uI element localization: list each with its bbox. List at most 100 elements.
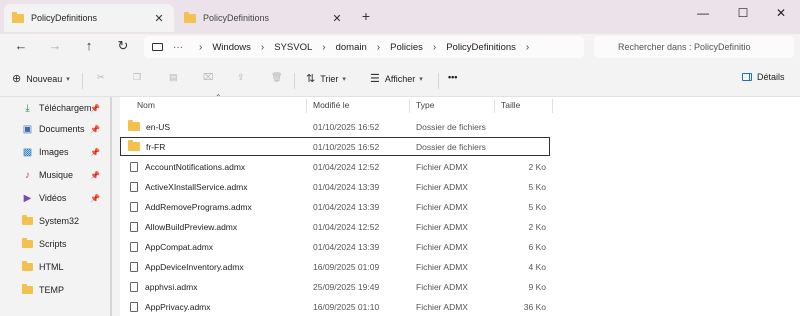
sidebar-item-downloads[interactable]: ⤓ Téléchargem 📌 — [22, 99, 110, 117]
list-item-folder-focused[interactable]: fr-FR 01/10/2025 16:52 Dossier de fichie… — [120, 137, 550, 156]
column-divider[interactable] — [494, 99, 495, 113]
column-header-modified[interactable]: Modifié le — [313, 97, 349, 113]
file-icon — [130, 201, 138, 212]
tab-policydefinitions-active[interactable]: PolicyDefinitions ✕ — [4, 4, 174, 32]
sidebar-item-html[interactable]: HTML — [22, 258, 110, 276]
column-header-size[interactable]: Taille — [501, 97, 520, 113]
breadcrumb-sysvol[interactable]: SYSVOL — [272, 42, 314, 53]
chevron-right-icon[interactable]: › — [253, 42, 272, 53]
chevron-right-icon[interactable]: › — [369, 42, 388, 53]
forward-arrow-icon[interactable]: → — [46, 38, 64, 53]
chevron-down-icon: ▾ — [342, 75, 346, 83]
view-button[interactable]: ☰ Afficher ▾ — [370, 72, 423, 85]
close-window-button[interactable]: ✕ — [766, 6, 796, 20]
list-item-file[interactable]: AccountNotifications.admx 01/04/2024 12:… — [120, 157, 800, 176]
file-size: 5 Ko — [528, 201, 547, 212]
file-type: Fichier ADMX — [416, 161, 468, 172]
sidebar-item-label: Musique — [39, 170, 74, 180]
chevron-right-icon[interactable]: › — [425, 42, 444, 53]
file-name: AppDeviceInventory.admx — [128, 257, 244, 276]
list-item-folder[interactable]: en-US 01/10/2025 16:52 Dossier de fichie… — [120, 117, 800, 136]
paste-icon[interactable]: ▤ — [169, 72, 178, 83]
list-item-file[interactable]: AddRemovePrograms.admx 01/04/2024 13:39 … — [120, 197, 800, 216]
chevron-right-icon[interactable]: › — [518, 42, 537, 53]
file-type: Fichier ADMX — [416, 301, 468, 312]
sidebar-item-scripts[interactable]: Scripts — [22, 235, 110, 253]
sidebar-item-temp[interactable]: TEMP — [22, 281, 110, 299]
sidebar-item-system32[interactable]: System32 — [22, 212, 110, 230]
new-label: Nouveau — [26, 73, 63, 84]
sort-label: Trier — [320, 73, 339, 84]
sidebar-item-videos[interactable]: ▶ Vidéos 📌 — [22, 189, 110, 207]
column-header-type[interactable]: Type — [416, 97, 434, 113]
view-list-icon: ☰ — [370, 73, 380, 85]
folder-icon — [128, 140, 140, 151]
chevron-right-icon[interactable]: › — [191, 42, 210, 53]
file-icon — [130, 221, 138, 232]
file-modified: 01/04/2024 13:39 — [313, 201, 380, 212]
address-bar[interactable]: ··· › Windows › SYSVOL › domain › Polici… — [144, 36, 584, 58]
navigation-bar: ← → ↑ ↻ ··· › Windows › SYSVOL › domain … — [0, 34, 800, 60]
list-item-file[interactable]: AllowBuildPreview.admx 01/04/2024 12:52 … — [120, 217, 800, 236]
list-item-file[interactable]: AppDeviceInventory.admx 16/09/2025 01:09… — [120, 257, 800, 276]
breadcrumb-policies[interactable]: Policies — [388, 42, 425, 53]
maximize-button[interactable]: ☐ — [728, 6, 758, 20]
breadcrumb-windows[interactable]: Windows — [210, 42, 253, 53]
pin-icon[interactable]: 📌 — [90, 125, 100, 134]
column-divider[interactable] — [409, 99, 410, 113]
list-item-file[interactable]: apphvsi.admx 25/09/2025 19:49 Fichier AD… — [120, 277, 800, 296]
file-modified: 01/10/2025 16:52 — [313, 141, 380, 152]
close-tab-icon[interactable]: ✕ — [330, 12, 344, 25]
delete-icon[interactable]: 🗑 — [271, 72, 282, 83]
file-icon — [130, 181, 138, 192]
pin-icon[interactable]: 📌 — [90, 171, 100, 180]
share-icon[interactable]: ⇪ — [237, 72, 245, 83]
close-tab-icon[interactable]: ✕ — [152, 12, 166, 25]
more-options-button[interactable]: ••• — [448, 72, 457, 82]
tab-title: PolicyDefinitions — [203, 13, 270, 23]
sidebar-item-images[interactable]: ▩ Images 📌 — [22, 143, 110, 161]
list-item-file[interactable]: AppPrivacy.admx 16/09/2025 01:10 Fichier… — [120, 297, 800, 316]
file-size: 5 Ko — [528, 181, 547, 192]
pin-icon[interactable]: 📌 — [90, 148, 100, 157]
pin-icon[interactable]: 📌 — [90, 104, 100, 113]
sidebar-scrollbar[interactable] — [110, 97, 112, 316]
folder-icon — [128, 120, 140, 131]
breadcrumb-policydefinitions[interactable]: PolicyDefinitions — [444, 42, 518, 53]
pin-icon[interactable]: 📌 — [90, 194, 100, 203]
file-modified: 01/04/2024 13:39 — [313, 181, 380, 192]
column-divider[interactable] — [552, 99, 553, 113]
column-divider[interactable] — [306, 99, 307, 113]
refresh-icon[interactable]: ↻ — [114, 38, 132, 54]
column-header-name[interactable]: Nom — [137, 97, 155, 113]
minimize-button[interactable]: — — [688, 6, 718, 20]
file-size: 2 Ko — [528, 221, 547, 232]
file-type: Fichier ADMX — [416, 281, 468, 292]
sort-button[interactable]: ⇅ Trier ▾ — [306, 72, 346, 85]
tab-policydefinitions[interactable]: PolicyDefinitions ✕ — [176, 4, 352, 32]
back-arrow-icon[interactable]: ← — [12, 38, 30, 53]
file-type: Fichier ADMX — [416, 201, 468, 212]
file-name-label: en-US — [146, 121, 171, 132]
sidebar-item-label: Images — [39, 147, 69, 157]
new-button[interactable]: ⊕ Nouveau ▾ — [12, 72, 70, 85]
search-input[interactable]: Rechercher dans : PolicyDefinitio — [594, 36, 794, 58]
file-size — [496, 137, 546, 156]
list-item-file[interactable]: AppCompat.admx 01/04/2024 13:39 Fichier … — [120, 237, 800, 256]
details-button[interactable]: Détails — [742, 72, 785, 82]
ellipsis-icon[interactable]: ··· — [173, 42, 191, 53]
rename-icon[interactable]: ⌧ — [203, 72, 213, 83]
file-type: Fichier ADMX — [416, 261, 468, 272]
copy-icon[interactable]: ❐ — [133, 72, 141, 83]
sidebar-item-documents[interactable]: ▣ Documents 📌 — [22, 120, 110, 138]
sidebar-item-music[interactable]: ♪ Musique 📌 — [22, 166, 110, 184]
videos-icon: ▶ — [23, 192, 32, 204]
cut-icon[interactable]: ✂ — [97, 72, 105, 83]
file-name-label: fr-FR — [146, 141, 166, 152]
breadcrumb-domain[interactable]: domain — [334, 42, 369, 53]
list-item-file[interactable]: ActiveXInstallService.admx 01/04/2024 13… — [120, 177, 800, 196]
up-arrow-icon[interactable]: ↑ — [80, 38, 98, 53]
chevron-right-icon[interactable]: › — [314, 42, 333, 53]
new-tab-button[interactable]: + — [358, 8, 374, 24]
chevron-down-icon: ▾ — [419, 75, 423, 83]
